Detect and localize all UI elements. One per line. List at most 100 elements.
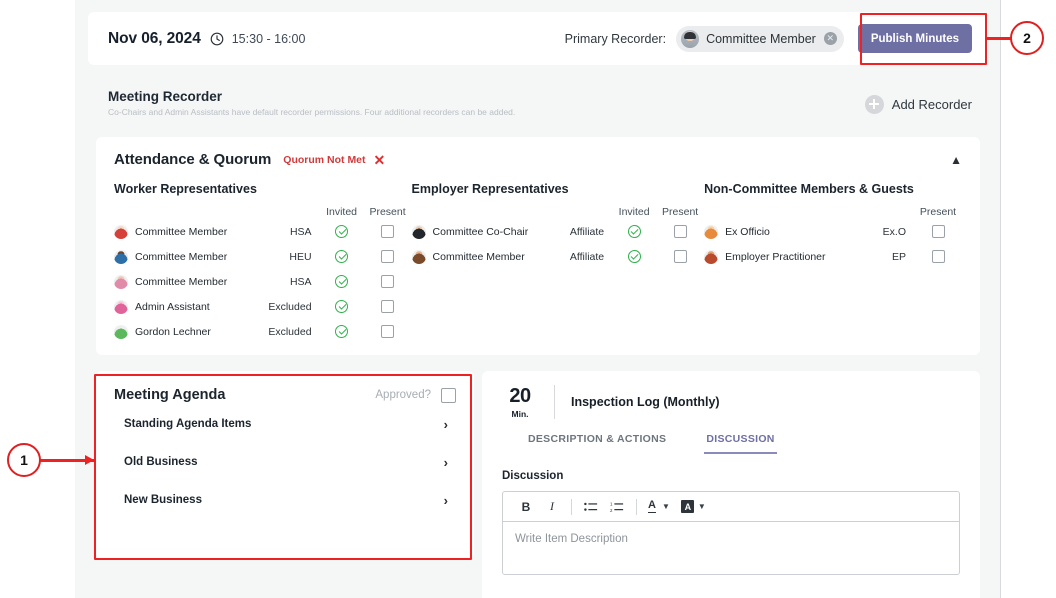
chevron-right-icon[interactable]: ›	[444, 417, 456, 432]
present-checkbox[interactable]	[381, 275, 395, 288]
numbered-list-icon[interactable]: 1 2	[604, 496, 630, 518]
chevron-down-icon[interactable]: ▼	[662, 502, 670, 511]
primary-recorder-chip[interactable]: Committee Member ✕	[676, 25, 844, 52]
agenda-item-detail-panel: 20 Min. Inspection Log (Monthly) DESCRIP…	[482, 371, 980, 598]
chevron-up-icon[interactable]: ▲	[950, 154, 962, 166]
meeting-time-range: 15:30 - 16:00	[231, 31, 306, 46]
text-color-icon[interactable]: A	[643, 496, 661, 518]
column-header-row: Invited Present	[114, 206, 412, 218]
close-x-icon[interactable]: ✕	[374, 153, 386, 167]
present-cell	[364, 225, 412, 238]
discussion-field-label: Discussion	[502, 470, 564, 482]
present-cell	[364, 325, 412, 338]
approved-checkbox[interactable]	[441, 387, 456, 403]
chevron-down-icon[interactable]: ▼	[698, 502, 706, 511]
present-checkbox[interactable]	[673, 250, 687, 263]
svg-text:1: 1	[610, 501, 613, 506]
present-checkbox[interactable]	[931, 225, 945, 238]
present-checkbox[interactable]	[381, 225, 395, 238]
agenda-item-label: Old Business	[124, 456, 198, 468]
attendance-row: Ex Officio Ex.O	[704, 220, 962, 243]
meeting-date: Nov 06, 2024	[108, 29, 201, 47]
invited-cell	[612, 225, 656, 238]
invited-cell	[320, 225, 364, 238]
app-viewport: Nov 06, 2024 15:30 - 16:00 Primary Recor…	[75, 0, 1001, 598]
present-cell	[364, 250, 412, 263]
present-checkbox[interactable]	[381, 300, 395, 313]
chevron-right-icon[interactable]: ›	[444, 455, 456, 470]
detail-header: 20 Min. Inspection Log (Monthly)	[502, 385, 960, 419]
annotation-marker-1: 1	[7, 443, 41, 477]
annotation-arrow-1	[85, 455, 94, 465]
invited-check-icon	[335, 275, 349, 288]
invited-cell	[612, 250, 656, 263]
attendee-role: Excluded	[268, 325, 312, 338]
invited-check-icon	[335, 225, 349, 238]
primary-recorder-name: Committee Member	[706, 31, 816, 46]
svg-text:2: 2	[610, 507, 613, 512]
divider	[571, 498, 572, 515]
highlight-color-icon[interactable]: A	[679, 496, 697, 518]
discussion-textarea[interactable]: Write Item Description	[503, 522, 959, 574]
text-color-letter: A	[648, 499, 656, 514]
meeting-recorder-text-group: Meeting Recorder Co-Chairs and Admin Ass…	[108, 89, 515, 118]
present-checkbox[interactable]	[931, 250, 945, 263]
tab-discussion[interactable]: DISCUSSION	[704, 433, 777, 454]
attendee-role: Affiliate	[569, 225, 605, 238]
agenda-item-list: Standing Agenda Items › Old Business › New B…	[114, 407, 456, 517]
present-cell	[364, 275, 412, 288]
topbar-right-group: Primary Recorder: Committee Member ✕ Pub…	[565, 24, 972, 53]
add-recorder-button[interactable]: Add Recorder	[864, 94, 972, 114]
chevron-right-icon[interactable]: ›	[444, 493, 456, 508]
attendance-row: Committee Member HEU	[114, 245, 412, 268]
invited-check-icon	[335, 250, 349, 263]
attendee-role: Ex.O	[882, 225, 906, 238]
text-color-group[interactable]: A ▼	[643, 496, 670, 518]
employer-rows: Committee Co-Chair Affiliate Committee Mem…	[411, 220, 705, 268]
present-cell	[656, 250, 704, 263]
bold-icon[interactable]: B	[513, 496, 539, 518]
meeting-agenda-card: Meeting Agenda Approved? Standing Agenda…	[96, 371, 474, 559]
meeting-header-bar: Nov 06, 2024 15:30 - 16:00 Primary Recor…	[88, 12, 988, 65]
invited-check-icon	[335, 300, 349, 313]
bullet-list-icon[interactable]	[578, 496, 604, 518]
present-checkbox[interactable]	[673, 225, 687, 238]
attendance-column-worker: Worker Representatives Invited Present C…	[114, 182, 412, 343]
tab-description-actions[interactable]: DESCRIPTION & ACTIONS	[526, 433, 668, 454]
worker-rows: Committee Member HSA Committee Member HEU Co…	[114, 220, 412, 343]
column-header-row: Present	[704, 206, 962, 218]
detail-item-title: Inspection Log (Monthly)	[571, 395, 720, 409]
attendee-role: HSA	[289, 275, 312, 288]
detail-tabs: DESCRIPTION & ACTIONS DISCUSSION	[502, 433, 960, 454]
agenda-item[interactable]: New Business ›	[114, 483, 456, 517]
attendee-name: Gordon Lechner	[135, 325, 211, 338]
attendance-column-guests: Non-Committee Members & Guests Present E…	[704, 182, 962, 343]
attendee-name: Ex Officio	[725, 225, 770, 238]
italic-icon[interactable]: I	[539, 496, 565, 518]
highlight-color-group[interactable]: A ▼	[679, 496, 706, 518]
present-cell	[914, 250, 962, 263]
present-checkbox[interactable]	[381, 250, 395, 263]
invited-cell	[320, 325, 364, 338]
close-circle-icon[interactable]: ✕	[823, 32, 837, 45]
agenda-item[interactable]: Old Business ›	[114, 445, 456, 479]
avatar	[704, 224, 719, 239]
present-checkbox[interactable]	[381, 325, 395, 338]
invited-cell	[320, 300, 364, 313]
avatar	[114, 249, 128, 264]
attendance-title: Attendance & Quorum	[114, 151, 272, 168]
attendance-quorum-card: Attendance & Quorum Quorum Not Met ✕ ▲ W…	[96, 137, 980, 355]
duration-block: 20 Min.	[502, 386, 538, 419]
avatar	[114, 324, 128, 339]
attendee-name: Committee Member	[432, 250, 525, 263]
primary-recorder-label: Primary Recorder:	[564, 31, 667, 46]
attendance-header: Attendance & Quorum Quorum Not Met ✕ ▲	[114, 151, 962, 168]
attendance-row: Committee Member Affiliate	[411, 245, 705, 268]
agenda-item[interactable]: Standing Agenda Items ›	[114, 407, 456, 441]
invited-check-icon	[627, 250, 641, 263]
divider	[636, 498, 637, 515]
publish-minutes-button[interactable]: Publish Minutes	[857, 24, 972, 53]
meeting-recorder-title: Meeting Recorder	[108, 89, 223, 105]
attendee-role: HEU	[289, 250, 312, 263]
